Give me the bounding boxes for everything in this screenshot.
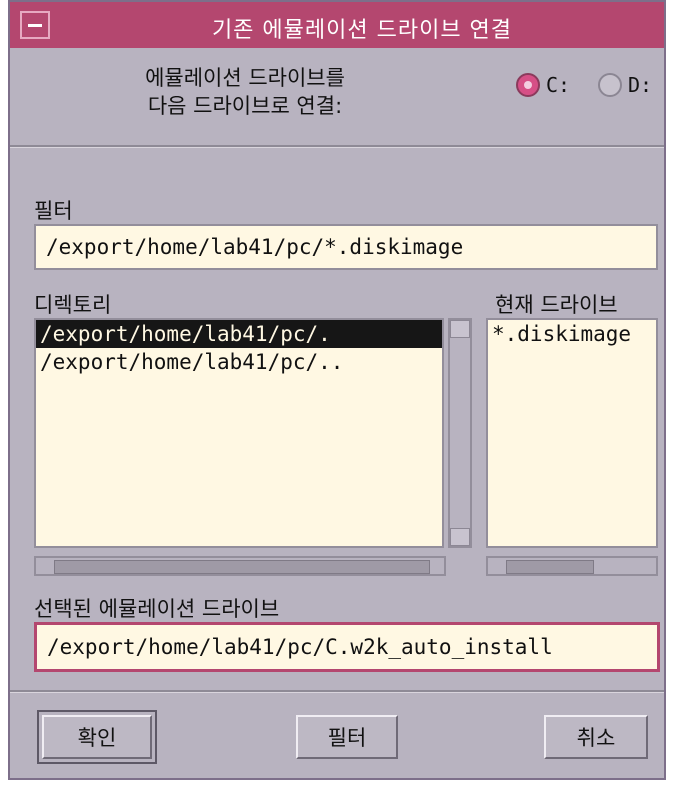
drive-c-radio[interactable]: C: — [516, 70, 570, 100]
ok-button[interactable]: 확인 — [37, 710, 157, 764]
selected-drive-input[interactable]: /export/home/lab41/pc/C.w2k_auto_install — [34, 622, 660, 672]
directory-list[interactable]: /export/home/lab41/pc/. /export/home/lab… — [34, 318, 444, 548]
cancel-button[interactable]: 취소 — [544, 715, 648, 759]
current-drive-horizontal-scrollbar[interactable] — [486, 556, 658, 576]
dialog-window: 기존 에뮬레이션 드라이브 연결 에뮬레이션 드라이브를 다음 드라이브로 연결… — [8, 0, 666, 780]
drive-d-label: D: — [628, 73, 653, 97]
directory-vertical-scrollbar[interactable] — [448, 318, 472, 548]
directory-horizontal-scrollbar[interactable] — [34, 556, 446, 576]
scroll-up-arrow-icon[interactable] — [450, 320, 470, 338]
scroll-down-arrow-icon[interactable] — [450, 528, 470, 546]
scroll-thumb[interactable] — [54, 560, 430, 574]
filter-button[interactable]: 필터 — [296, 715, 398, 759]
drive-d-radio[interactable]: D: — [598, 70, 652, 100]
connect-label-line1: 에뮬레이션 드라이브를 — [145, 66, 345, 90]
window-title: 기존 에뮬레이션 드라이브 연결 — [211, 18, 513, 43]
window-menu-button[interactable] — [20, 11, 50, 39]
current-drive-label: 현재 드라이브 — [495, 293, 618, 317]
drive-c-label: C: — [546, 73, 571, 97]
list-item[interactable]: *.diskimage — [488, 320, 656, 348]
connect-label: 에뮬레이션 드라이브를 다음 드라이브로 연결: — [40, 64, 450, 120]
current-drive-list[interactable]: *.diskimage — [486, 318, 658, 548]
radio-selected-icon — [516, 73, 540, 97]
filter-label: 필터 — [34, 199, 73, 223]
minus-icon — [28, 24, 42, 27]
list-item[interactable]: /export/home/lab41/pc/.. — [36, 348, 442, 376]
directory-label: 디렉토리 — [34, 293, 112, 317]
filter-input[interactable]: /export/home/lab41/pc/*.diskimage — [34, 224, 658, 270]
divider — [10, 145, 664, 148]
radio-unselected-icon — [598, 73, 622, 97]
divider — [10, 690, 664, 693]
title-bar[interactable]: 기존 에뮬레이션 드라이브 연결 — [10, 2, 664, 48]
selected-drive-label: 선택된 에뮬레이션 드라이브 — [34, 597, 280, 621]
scroll-thumb[interactable] — [506, 560, 594, 574]
list-item[interactable]: /export/home/lab41/pc/. — [36, 320, 442, 348]
connect-label-line2: 다음 드라이브로 연결: — [147, 94, 343, 118]
